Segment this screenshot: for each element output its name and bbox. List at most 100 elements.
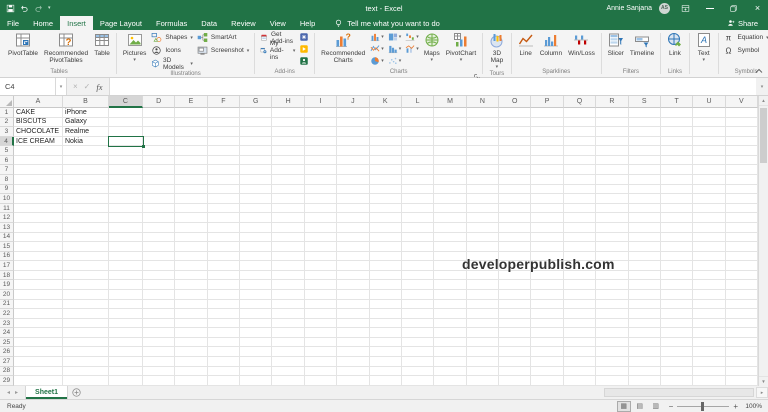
cell-D21[interactable]: [143, 300, 175, 310]
cell-M18[interactable]: [434, 271, 466, 281]
cell-D15[interactable]: [143, 242, 175, 252]
chart-scatter-button[interactable]: ▾: [386, 55, 404, 67]
cell-H18[interactable]: [272, 271, 304, 281]
cell-J11[interactable]: [337, 204, 369, 214]
column-header-A[interactable]: A: [14, 96, 63, 108]
cell-T4[interactable]: [661, 137, 693, 147]
cell-S24[interactable]: [629, 328, 661, 338]
cell-T12[interactable]: [661, 213, 693, 223]
cell-N28[interactable]: [467, 367, 499, 377]
row-header-27[interactable]: 27: [0, 357, 14, 367]
cell-U5[interactable]: [693, 146, 725, 156]
cell-Q14[interactable]: [564, 233, 596, 243]
cell-P4[interactable]: [531, 137, 563, 147]
cell-J8[interactable]: [337, 175, 369, 185]
cell-N27[interactable]: [467, 357, 499, 367]
cell-V15[interactable]: [726, 242, 758, 252]
cell-S1[interactable]: [629, 108, 661, 118]
cell-K17[interactable]: [370, 261, 402, 271]
cell-Q9[interactable]: [564, 185, 596, 195]
cell-S10[interactable]: [629, 194, 661, 204]
cell-I13[interactable]: [305, 223, 337, 233]
cell-G9[interactable]: [240, 185, 272, 195]
cell-C28[interactable]: [109, 367, 143, 377]
cell-G4[interactable]: [240, 137, 272, 147]
row-header-4[interactable]: 4: [0, 137, 14, 147]
cell-E6[interactable]: [175, 156, 207, 166]
cell-D27[interactable]: [143, 357, 175, 367]
cell-A22[interactable]: [14, 309, 63, 319]
cell-N5[interactable]: [467, 146, 499, 156]
cell-R14[interactable]: [596, 233, 628, 243]
cell-E9[interactable]: [175, 185, 207, 195]
cell-G22[interactable]: [240, 309, 272, 319]
cell-N15[interactable]: [467, 242, 499, 252]
dialog-launcher-icon[interactable]: [473, 68, 481, 76]
cell-K29[interactable]: [370, 376, 402, 386]
cell-Q25[interactable]: [564, 338, 596, 348]
cell-P19[interactable]: [531, 280, 563, 290]
cell-O8[interactable]: [499, 175, 531, 185]
scroll-right-icon[interactable]: ▸: [756, 387, 768, 398]
cell-J20[interactable]: [337, 290, 369, 300]
cell-E22[interactable]: [175, 309, 207, 319]
cell-V25[interactable]: [726, 338, 758, 348]
cell-B27[interactable]: [63, 357, 109, 367]
user-name[interactable]: Annie Sanjana: [606, 5, 652, 12]
cell-C13[interactable]: [109, 223, 143, 233]
cell-D16[interactable]: [143, 252, 175, 262]
vertical-scrollbar[interactable]: ▲ ▼: [758, 96, 768, 386]
smartart-button[interactable]: SmartArt: [195, 31, 239, 44]
cell-I4[interactable]: [305, 137, 337, 147]
cell-P14[interactable]: [531, 233, 563, 243]
cell-L7[interactable]: [402, 165, 434, 175]
cell-R5[interactable]: [596, 146, 628, 156]
cell-E14[interactable]: [175, 233, 207, 243]
cell-U1[interactable]: [693, 108, 725, 118]
cell-A9[interactable]: [14, 185, 63, 195]
cell-N3[interactable]: [467, 127, 499, 137]
cell-G19[interactable]: [240, 280, 272, 290]
cell-A12[interactable]: [14, 213, 63, 223]
cell-K20[interactable]: [370, 290, 402, 300]
cell-S14[interactable]: [629, 233, 661, 243]
name-box-dropdown-icon[interactable]: ▾: [56, 78, 67, 95]
cell-N29[interactable]: [467, 376, 499, 386]
cell-P27[interactable]: [531, 357, 563, 367]
tab-help[interactable]: Help: [293, 16, 322, 30]
cell-L20[interactable]: [402, 290, 434, 300]
cell-H17[interactable]: [272, 261, 304, 271]
cell-R3[interactable]: [596, 127, 628, 137]
cell-G24[interactable]: [240, 328, 272, 338]
cell-S28[interactable]: [629, 367, 661, 377]
pivotchart-button[interactable]: PivotChart▾: [443, 31, 479, 67]
cell-D14[interactable]: [143, 233, 175, 243]
cell-T7[interactable]: [661, 165, 693, 175]
slicer-button[interactable]: Slicer: [605, 31, 627, 67]
cell-P2[interactable]: [531, 118, 563, 128]
cell-K14[interactable]: [370, 233, 402, 243]
cell-A5[interactable]: [14, 146, 63, 156]
cell-A27[interactable]: [14, 357, 63, 367]
tab-view[interactable]: View: [263, 16, 293, 30]
cell-I19[interactable]: [305, 280, 337, 290]
cell-L19[interactable]: [402, 280, 434, 290]
cell-L5[interactable]: [402, 146, 434, 156]
sheet-nav-left-icon[interactable]: ◂: [7, 389, 10, 396]
cell-F11[interactable]: [208, 204, 240, 214]
cell-S11[interactable]: [629, 204, 661, 214]
cell-Q4[interactable]: [564, 137, 596, 147]
cell-C14[interactable]: [109, 233, 143, 243]
cell-K6[interactable]: [370, 156, 402, 166]
row-header-10[interactable]: 10: [0, 194, 14, 204]
cell-M7[interactable]: [434, 165, 466, 175]
row-header-16[interactable]: 16: [0, 252, 14, 262]
cell-O1[interactable]: [499, 108, 531, 118]
cell-M22[interactable]: [434, 309, 466, 319]
cell-G6[interactable]: [240, 156, 272, 166]
cell-I17[interactable]: [305, 261, 337, 271]
row-header-25[interactable]: 25: [0, 338, 14, 348]
cell-K21[interactable]: [370, 300, 402, 310]
cell-V11[interactable]: [726, 204, 758, 214]
cell-L29[interactable]: [402, 376, 434, 386]
